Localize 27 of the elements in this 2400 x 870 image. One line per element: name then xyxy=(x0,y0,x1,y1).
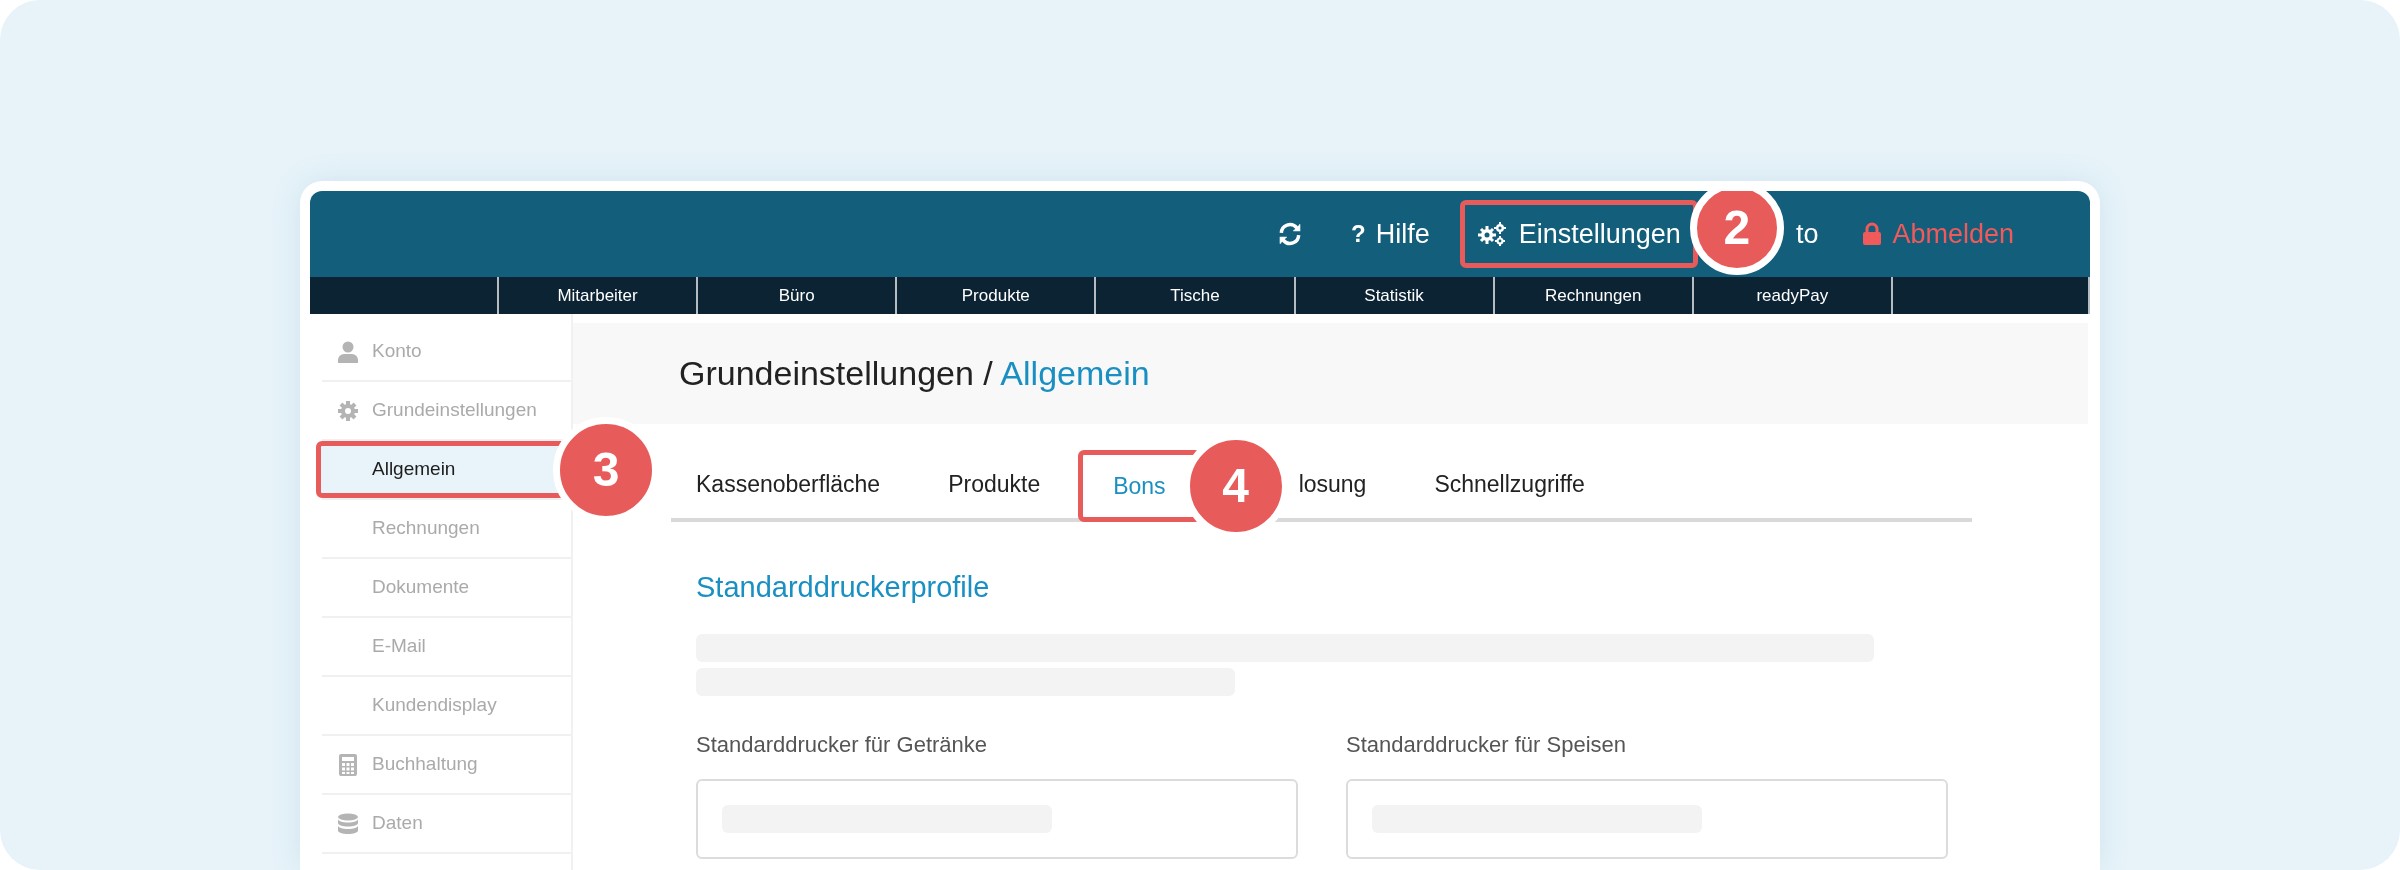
section-title: Standarddruckerprofile xyxy=(696,570,991,605)
nav-tab[interactable]: Tische xyxy=(1094,277,1294,314)
help-button[interactable]: ? Hilfe xyxy=(1341,213,1440,255)
nav-tab[interactable]: Mitarbeiter xyxy=(497,277,697,314)
calculator-icon xyxy=(339,753,357,776)
nav-tab[interactable]: Statistik xyxy=(1293,277,1493,314)
nav-tab[interactable]: Produkte xyxy=(895,277,1095,314)
field-label: Standarddrucker für Speisen xyxy=(1346,730,1628,759)
lock-icon xyxy=(1862,222,1883,246)
nav-tab[interactable]: Rechnungen xyxy=(1492,277,1692,314)
nav-tab[interactable]: Büro xyxy=(696,277,896,314)
person-icon xyxy=(338,340,358,363)
field-label: Standarddrucker für Getränke xyxy=(696,730,989,759)
header-link[interactable]: to xyxy=(1795,213,1819,255)
select-field[interactable] xyxy=(1346,778,1948,859)
tab[interactable]: Kassenoberfläche xyxy=(671,450,915,518)
select-field[interactable] xyxy=(696,778,1298,859)
step-number-tooltip: 2 xyxy=(1689,191,1784,275)
page-title: Grundeinstellungen / Allgemein xyxy=(679,353,1150,394)
tab[interactable]: Schnellzugriffe xyxy=(1400,450,1619,518)
tab[interactable]: Produkte xyxy=(914,450,1075,518)
question-mark-icon: ? xyxy=(1351,216,1366,252)
database-icon xyxy=(337,812,359,835)
nav-tab[interactable]: readyPay xyxy=(1691,277,1891,314)
settings-icon xyxy=(337,399,359,422)
gears-icon xyxy=(1476,221,1507,247)
tab[interactable]: losung xyxy=(1292,450,1401,518)
